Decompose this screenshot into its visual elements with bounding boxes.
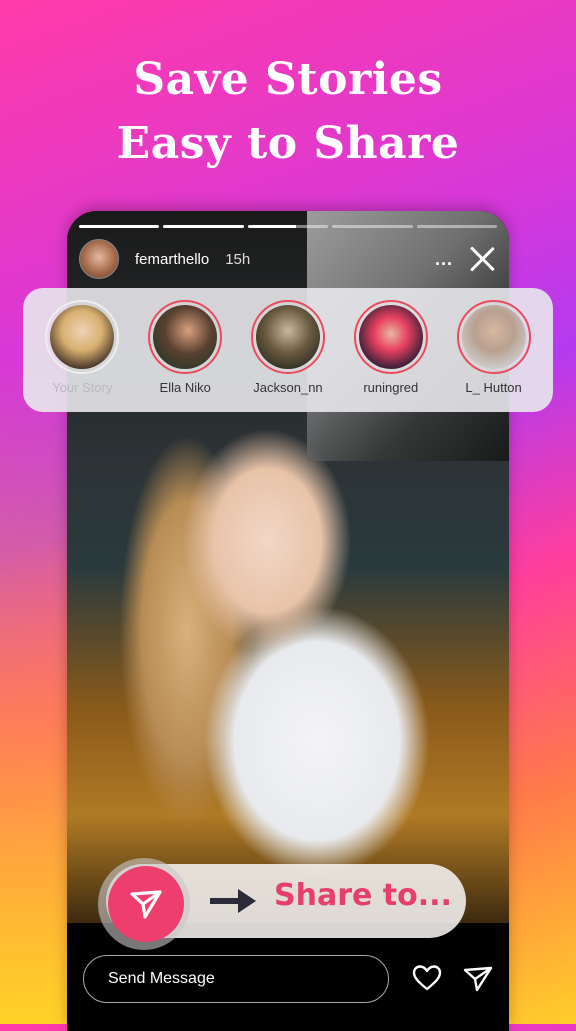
headline-line-2: Easy to Share [116, 118, 460, 169]
send-message-input[interactable]: Send Message [83, 955, 389, 1003]
send-icon [130, 890, 162, 919]
story-item-label: L_ Hutton [465, 380, 522, 395]
heart-icon[interactable] [411, 962, 443, 994]
stories-tray: Your Story Ella Niko Jackson_nn runingre… [23, 288, 553, 412]
story-ring [45, 300, 120, 374]
story-item-label: Jackson_nn [253, 380, 323, 395]
avatar [153, 305, 218, 369]
story-item-label: runingred [363, 380, 419, 395]
story-ring [456, 300, 531, 374]
send-icon[interactable] [462, 962, 494, 994]
close-icon[interactable] [469, 246, 495, 272]
story-progress-bar [79, 225, 498, 228]
avatar [358, 305, 423, 369]
story-item-ella-niko[interactable]: Ella Niko [137, 300, 233, 395]
author-avatar[interactable] [79, 239, 119, 279]
headline-line-1: Save Stories [133, 54, 443, 105]
progress-segment [79, 225, 160, 228]
more-options-icon[interactable]: ... [435, 249, 453, 270]
share-to-label[interactable]: Share to... [274, 878, 452, 913]
story-ring [148, 300, 223, 374]
story-item-your-story[interactable]: Your Story [34, 300, 130, 395]
story-item-jackson-nn[interactable]: Jackson_nn [240, 300, 336, 395]
story-item-l-hutton[interactable]: L_ Hutton [446, 300, 542, 395]
avatar [461, 305, 526, 369]
progress-segment [416, 225, 498, 228]
story-time: 15h [225, 250, 251, 268]
progress-segment [163, 225, 244, 228]
story-header: femarthello 15h ... [79, 239, 495, 279]
headline: Save Stories Easy to Share [0, 48, 576, 176]
avatar [255, 305, 320, 369]
story-item-runingred[interactable]: runingred [343, 300, 439, 395]
story-ring [250, 300, 325, 374]
share-button[interactable] [108, 866, 184, 942]
progress-segment [332, 225, 413, 228]
story-ring [353, 300, 428, 374]
arrow-right-icon [210, 889, 256, 913]
avatar [50, 305, 115, 369]
author-username[interactable]: femarthello [135, 251, 209, 268]
progress-segment [247, 225, 329, 228]
story-item-label: Your Story [52, 380, 113, 395]
story-item-label: Ella Niko [159, 380, 211, 395]
